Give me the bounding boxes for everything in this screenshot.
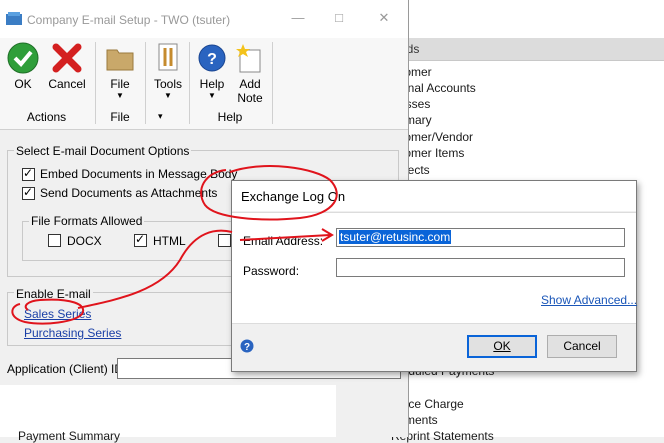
folder-icon bbox=[106, 49, 134, 71]
chevron-down-icon: ▼ bbox=[164, 91, 172, 100]
file-menu-button[interactable]: File ▼ bbox=[102, 42, 138, 100]
file-formats-title: File Formats Allowed bbox=[29, 214, 145, 228]
dialog-title: Exchange Log On bbox=[241, 189, 346, 204]
ok-label: OK bbox=[14, 77, 32, 91]
show-advanced-link[interactable]: Show Advanced... bbox=[541, 293, 637, 307]
checkmark-icon bbox=[7, 42, 39, 74]
dialog-ok-button[interactable]: OK bbox=[467, 335, 537, 358]
ribbon-separator bbox=[145, 42, 146, 124]
svg-text:?: ? bbox=[207, 51, 217, 68]
add-note-icon bbox=[236, 44, 261, 73]
docx-checkbox[interactable] bbox=[48, 234, 61, 247]
add-note-label-line2: Note bbox=[237, 91, 263, 105]
cancel-label: Cancel bbox=[48, 77, 86, 91]
app-icon bbox=[6, 12, 22, 25]
chevron-down-icon: ▼ bbox=[116, 91, 124, 100]
dialog-title-bar: Exchange Log On bbox=[232, 181, 636, 211]
background-list-item[interactable]: Payment Summary bbox=[18, 429, 120, 443]
send-attachments-label: Send Documents as Attachments bbox=[40, 186, 218, 200]
html-checkbox[interactable] bbox=[134, 232, 147, 247]
password-input[interactable] bbox=[336, 258, 625, 277]
embed-documents-checkbox[interactable] bbox=[22, 166, 35, 181]
ribbon-separator bbox=[272, 42, 273, 124]
tools-icon bbox=[158, 43, 178, 71]
dialog-body: Email Address: tsuter@retusinc.com Passw… bbox=[232, 212, 637, 324]
tools-label: Tools bbox=[153, 77, 182, 91]
email-options-title: Select E-mail Document Options bbox=[14, 144, 192, 158]
send-attachments-checkbox[interactable] bbox=[22, 185, 35, 200]
help-icon[interactable]: ? bbox=[240, 339, 254, 353]
svg-text:?: ? bbox=[244, 342, 250, 353]
application-client-id-label: Application (Client) ID bbox=[7, 362, 124, 376]
actions-group-label: Actions bbox=[26, 110, 67, 124]
add-note-label-line1: Add bbox=[239, 77, 261, 91]
dialog-ok-label: OK bbox=[493, 339, 511, 353]
help-icon: ? bbox=[198, 44, 226, 72]
password-label: Password: bbox=[243, 264, 300, 278]
embed-documents-label: Embed Documents in Message Body bbox=[40, 167, 238, 181]
minimize-icon[interactable]: — bbox=[290, 10, 306, 26]
dialog-cancel-label: Cancel bbox=[563, 339, 601, 353]
email-address-input[interactable]: tsuter@retusinc.com bbox=[336, 228, 625, 247]
email-address-value: tsuter@retusinc.com bbox=[339, 230, 452, 244]
purchasing-series-link[interactable]: Purchasing Series bbox=[24, 326, 121, 340]
close-icon[interactable]: ✕ bbox=[376, 10, 392, 26]
ribbon: OK Cancel Actions File ▼ File Tools ▼ ▾ … bbox=[0, 38, 408, 130]
dialog-cancel-button[interactable]: Cancel bbox=[547, 335, 617, 358]
html-label: HTML bbox=[153, 234, 186, 248]
tools-menu-button[interactable]: Tools ▼ bbox=[150, 42, 186, 100]
file-label: File bbox=[110, 77, 130, 91]
sales-series-link[interactable]: Sales Series bbox=[24, 307, 91, 321]
tools-expander-icon[interactable]: ▾ bbox=[158, 111, 163, 122]
enable-email-title: Enable E-mail bbox=[14, 287, 93, 301]
help-group-label: Help bbox=[217, 110, 243, 124]
setup-title-bar: Company E-mail Setup - TWO (tsuter) — □ … bbox=[0, 0, 408, 38]
email-address-label: Email Address: bbox=[243, 234, 324, 248]
file-group-label: File bbox=[110, 110, 130, 124]
help-label: Help bbox=[199, 77, 225, 91]
help-menu-button[interactable]: ? Help ▼ bbox=[194, 42, 230, 100]
maximize-icon[interactable]: □ bbox=[331, 10, 347, 26]
red-x-icon bbox=[52, 43, 82, 73]
chevron-down-icon: ▼ bbox=[208, 91, 216, 100]
ribbon-separator bbox=[95, 42, 96, 124]
ok-button[interactable]: OK bbox=[4, 42, 42, 91]
exchange-logon-dialog: Exchange Log On Email Address: tsuter@re… bbox=[231, 180, 637, 372]
cancel-button[interactable]: Cancel bbox=[45, 42, 89, 91]
format-checkbox[interactable] bbox=[218, 234, 231, 247]
setup-window-title: Company E-mail Setup - TWO (tsuter) bbox=[27, 13, 231, 27]
add-note-button[interactable]: Add Note bbox=[232, 42, 268, 105]
docx-label: DOCX bbox=[67, 234, 102, 248]
background-list-header: ards bbox=[364, 38, 664, 61]
